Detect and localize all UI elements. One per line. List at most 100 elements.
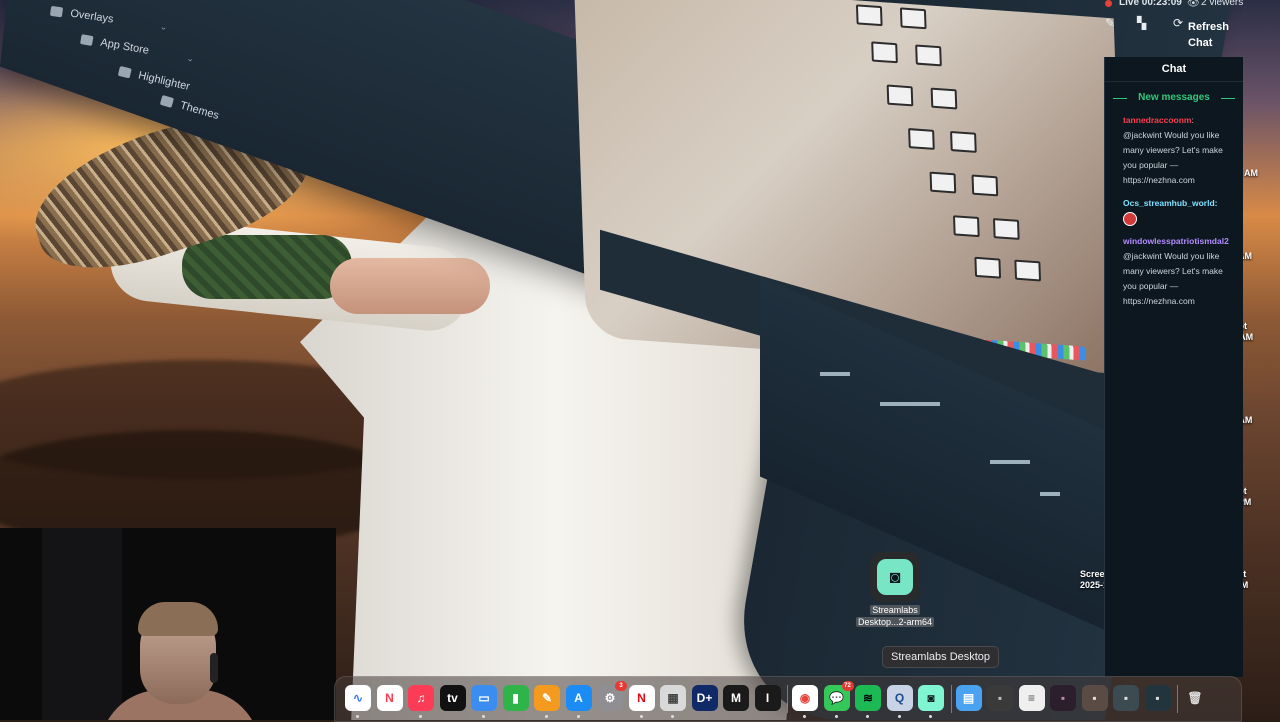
chat-username[interactable]: windowlesspatriotismdal2 [1123,236,1229,246]
keynote-icon[interactable]: ▭ [471,685,497,711]
freeform-icon[interactable]: ∿ [345,685,371,711]
stream-status-header: Live 00:23:09 👁 2 viewers ✎ ▚ ⟳ Refresh … [1095,0,1260,56]
dock-tooltip: Streamlabs Desktop [882,646,1000,668]
file-icon [1014,259,1042,282]
quicktime-icon[interactable]: Q [886,685,913,711]
spotify-icon[interactable]: ≋ [855,685,881,711]
highlighter-icon [117,65,132,79]
popout-icon[interactable]: ▚ [1137,16,1146,30]
m-app-icon[interactable]: M [723,685,749,711]
running-indicator [866,715,869,718]
streamlabs-app-drag-icon[interactable]: ◙ [870,552,920,602]
notification-badge: 72 [841,681,854,691]
file-icon [899,7,927,30]
streamlabs-icon[interactable]: ◙ [918,685,944,711]
recent-file-4-icon[interactable]: ▪ [1081,685,1108,711]
panel-text-line [1040,492,1060,496]
chrome-icon[interactable]: ◉ [792,685,818,711]
trash-icon[interactable]: 🗑 [1182,685,1208,711]
tv-icon[interactable]: tv [439,685,466,711]
i-app-icon[interactable]: I [754,685,781,711]
file-icon [950,130,977,153]
headphone-icon [210,653,218,683]
new-messages-divider: New messages [1105,92,1243,103]
disney-icon[interactable]: D+ [691,685,718,711]
webcam-person-hair [138,602,218,636]
pages-icon[interactable]: ✎ [534,685,560,711]
chat-username[interactable]: Ocs_streamhub_world: [1123,198,1217,208]
refresh-icon[interactable]: ⟳ [1173,16,1183,30]
chevron-down-icon: ⌄ [159,20,169,32]
emote-icon [1123,211,1137,226]
file-icon [929,171,957,194]
music-icon[interactable]: ♫ [408,685,434,711]
chat-message: Ocs_streamhub_world: [1105,194,1243,232]
file-icon [915,44,942,67]
numbers-icon[interactable]: ▮ [502,685,529,711]
netflix-icon[interactable]: N [628,685,655,711]
recent-file-3-icon[interactable]: ▪ [1050,685,1076,711]
chat-username[interactable]: tannedraccoonm [1123,115,1192,125]
recent-file-1-icon[interactable]: ▪ [987,685,1013,711]
file-icon [974,256,1002,279]
refresh-chat-button[interactable]: Refresh Chat [1188,19,1238,51]
wallpaper-falconry-glove [182,235,352,299]
running-indicator [356,715,359,718]
appstore-icon[interactable]: A [565,685,592,711]
dock-separator [1177,685,1178,713]
running-indicator [419,715,422,718]
edit-icon[interactable]: ✎ [1105,16,1115,30]
viewer-count: 2 viewers [1201,0,1244,8]
file-icon [886,84,914,107]
live-timer: Live 00:23:09 [1119,0,1182,8]
running-indicator [834,715,838,718]
chat-message-text: @jackwint Would you like many viewers? L… [1123,130,1223,185]
running-indicator [639,715,643,718]
notification-badge: 3 [615,681,627,691]
file-icon [992,218,1020,240]
drag-label-line: Desktop...2-arm64 [855,617,935,627]
panel-text-line [990,460,1030,464]
chat-panel: Chat New messages tannedraccoonm: @jackw… [1104,57,1243,677]
recent-file-6-icon[interactable]: ▪ [1144,685,1171,711]
webcam-overlay [0,528,336,720]
themes-icon [159,94,175,108]
recent-file-2-icon[interactable]: ≡ [1018,685,1045,711]
dock: ∿ N ♫ tv ▭ ▮ ✎ A ⚙ 3 N ▦ D+ M I ◉ 💬 72 ≋ Q ◙ ▤ ▪ ≡ ▪ ▪ ▪ ▪ 🗑 [334,676,1242,722]
notes-icon[interactable]: ▦ [660,685,686,711]
file-icon [971,174,999,197]
live-indicator-icon [1105,0,1112,7]
news-icon[interactable]: N [376,685,403,711]
running-indicator [897,715,901,718]
file-icon [908,128,935,150]
dock-separator [787,685,788,713]
running-indicator [671,715,674,718]
recent-file-5-icon[interactable]: ▪ [1113,685,1139,711]
chat-title: Chat [1105,57,1243,82]
file-icon [953,215,980,238]
settings-icon[interactable]: ⚙ 3 [597,681,627,711]
screenshot-file-label: AM [1244,168,1258,179]
panel-text-line [880,402,940,406]
running-indicator [929,715,932,718]
folder-icon[interactable]: ▤ [955,685,982,711]
streamlabs-icon: ◙ [877,559,913,595]
file-icon [871,41,898,64]
file-icon [855,4,883,27]
file-icon [930,87,958,110]
running-indicator [803,715,806,718]
chat-message-text: @jackwint Would you like many viewers? L… [1123,251,1223,306]
webcam-background [42,528,122,720]
screenshot-label-text: AM [1244,168,1258,178]
messages-icon[interactable]: 💬 72 [823,681,854,711]
running-indicator [576,715,580,718]
dock-separator [950,685,952,713]
overlays-icon [49,5,64,18]
chat-message: windowlesspatriotismdal2 @jackwint Would… [1105,232,1243,315]
chat-message: tannedraccoonm: @jackwint Would you like… [1123,115,1223,185]
drag-label-line: Streamlabs [870,605,920,615]
panel-text-line [820,372,850,376]
wallpaper-figure-hand [330,258,490,314]
streamlabs-app-drag-label: Streamlabs Desktop...2-arm64 [848,604,942,628]
appstore-icon [80,34,94,47]
